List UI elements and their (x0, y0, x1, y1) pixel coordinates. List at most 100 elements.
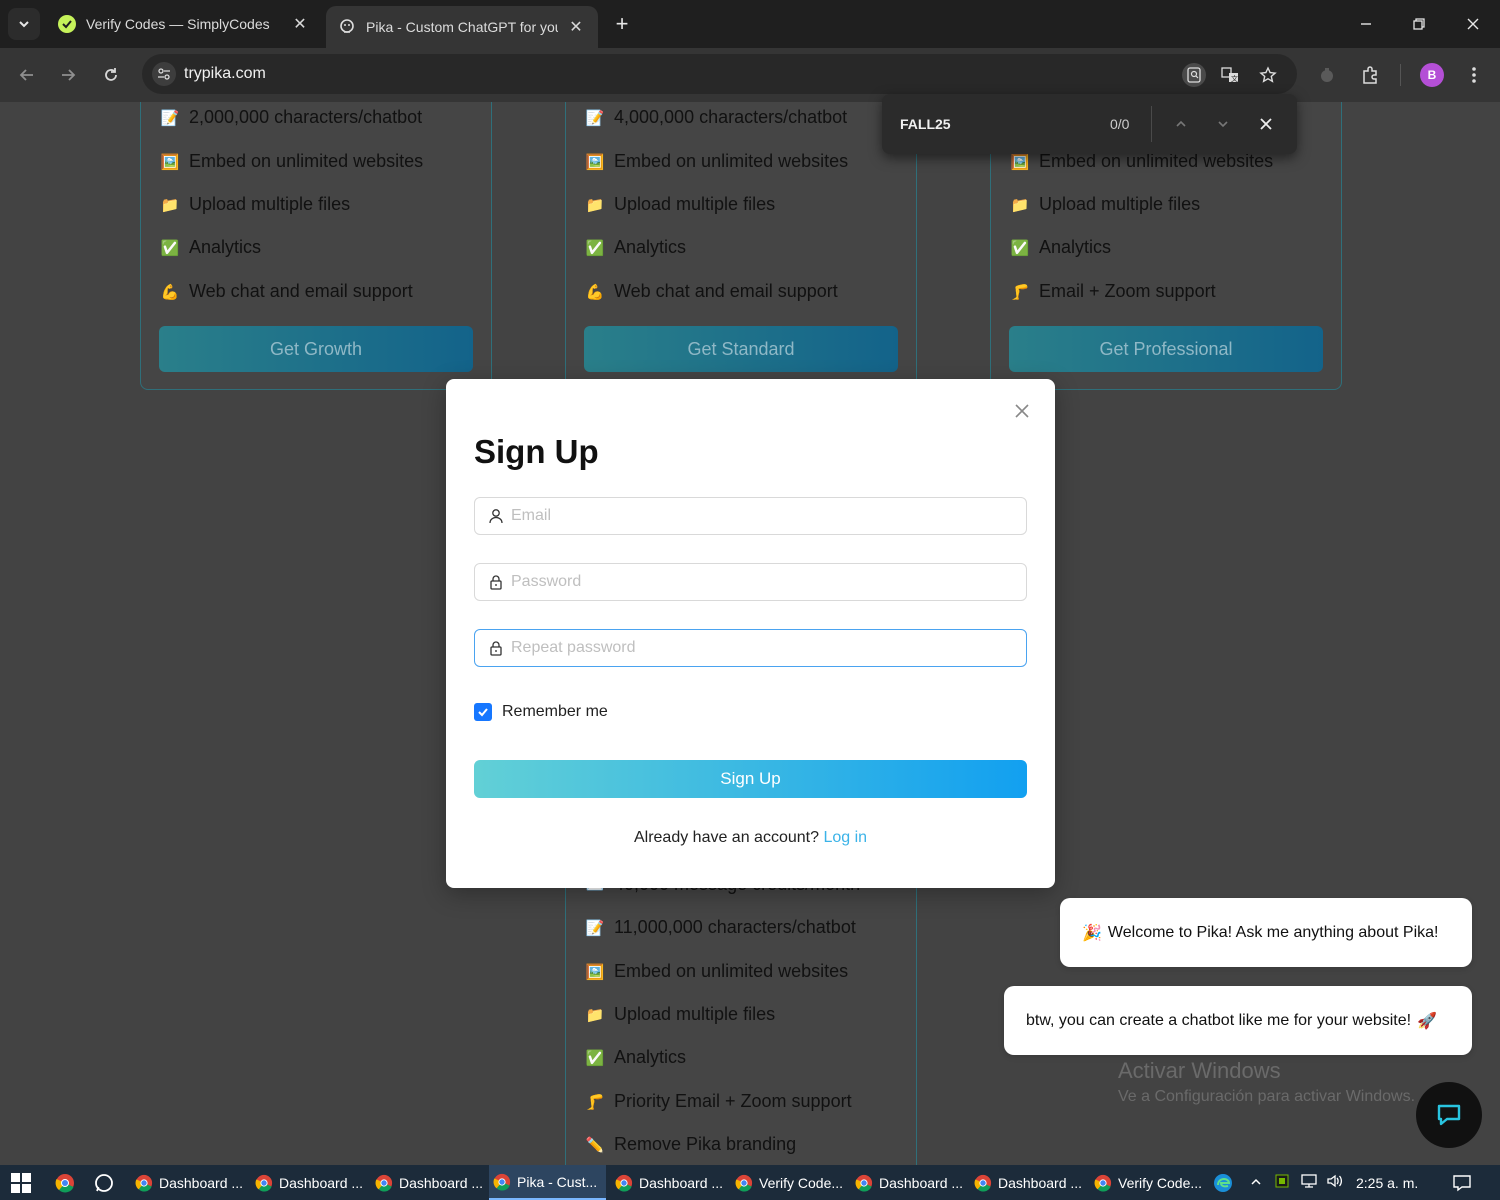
chrome-icon (735, 1174, 753, 1192)
repeat-password-field[interactable] (474, 629, 1027, 667)
translate-icon[interactable]: 文 (1218, 63, 1242, 87)
feature-item: 📁 Upload multiple files (584, 194, 775, 215)
find-next-icon[interactable] (1211, 112, 1235, 136)
pricing-card-growth: 📝 2,000,000 characters/chatbot 🖼️ Embed on… (140, 102, 492, 390)
edge-app-icon[interactable] (1210, 1170, 1236, 1196)
signup-modal: Sign Up Remember me Sign Up Already have… (446, 379, 1055, 888)
forward-arrow-icon[interactable] (53, 60, 83, 90)
more-menu-icon[interactable] (1460, 61, 1488, 89)
svg-text:文: 文 (1231, 74, 1238, 83)
repeat-password-input[interactable] (511, 639, 1026, 657)
taskbar-item-label: Dashboard ... (879, 1174, 964, 1191)
taskbar-item[interactable]: Dashboard ... (371, 1165, 489, 1200)
framed-picture-icon: 🖼️ (1010, 153, 1030, 171)
taskbar-item[interactable]: Verify Code... (1090, 1165, 1206, 1200)
find-match-count: 0/0 (1110, 116, 1130, 132)
feature-text: Remove Pika branding (614, 1134, 797, 1154)
feature-item: 📁 Upload multiple files (159, 194, 350, 215)
remember-me-checkbox[interactable] (474, 703, 492, 721)
site-settings-icon[interactable] (152, 62, 176, 86)
windows-start-icon[interactable] (10, 1172, 32, 1194)
feature-item: 📝 11,000,000 characters/chatbot (584, 917, 856, 938)
find-close-icon[interactable] (1254, 112, 1278, 136)
network-icon[interactable] (1300, 1173, 1318, 1192)
feature-text: Embed on unlimited websites (189, 151, 424, 171)
memo-icon: 📝 (585, 109, 605, 127)
chat-welcome-bubble[interactable]: 🎉 Welcome to Pika! Ask me anything about… (1060, 898, 1472, 967)
password-input[interactable] (511, 573, 1026, 591)
chevron-down-icon (19, 21, 29, 28)
find-query-input[interactable]: FALL25 (900, 116, 951, 132)
folder-icon: 📁 (585, 1006, 605, 1024)
taskbar-item[interactable]: Dashboard ... (611, 1165, 729, 1200)
tab-close-icon[interactable]: ✕ (290, 14, 310, 34)
feature-text: Analytics (614, 237, 687, 257)
profile-avatar[interactable]: B (1418, 61, 1446, 89)
chrome-icon (135, 1174, 153, 1192)
volume-icon[interactable] (1326, 1173, 1344, 1192)
password-field[interactable] (474, 563, 1027, 601)
chat-launcher-button[interactable] (1416, 1082, 1482, 1148)
tab-title: Verify Codes — SimplyCodes (86, 16, 270, 32)
email-input[interactable] (511, 507, 1026, 525)
feature-text: Upload multiple files (614, 194, 776, 214)
taskbar-item-active[interactable]: Pika - Cust... (489, 1165, 606, 1200)
feature-item: ✅ Analytics (159, 237, 261, 258)
whatsapp-app-icon[interactable] (91, 1170, 117, 1196)
extension-puzzle-dim-icon[interactable] (1313, 61, 1341, 89)
back-arrow-icon[interactable] (12, 60, 42, 90)
new-tab-plus-icon[interactable]: + (608, 10, 636, 38)
simplycodes-favicon-icon (58, 15, 76, 33)
system-tray: 2:25 a. m. (1250, 1165, 1418, 1200)
nvidia-icon[interactable] (1274, 1173, 1290, 1192)
feature-item: 🖼️ Embed on unlimited websites (584, 151, 848, 172)
find-previous-icon[interactable] (1169, 112, 1193, 136)
tab-search-button[interactable] (8, 8, 40, 40)
taskbar-item[interactable]: Dashboard ... (251, 1165, 369, 1200)
toolbar-divider (1400, 64, 1401, 86)
reload-icon[interactable] (96, 60, 126, 90)
tab-title: Pika - Custom ChatGPT for your (366, 19, 558, 35)
folder-icon: 📁 (160, 196, 180, 214)
email-field[interactable] (474, 497, 1027, 535)
taskbar-item[interactable]: Dashboard ... (131, 1165, 249, 1200)
folder-icon: 📁 (1010, 196, 1030, 214)
restore-icon[interactable] (1405, 10, 1433, 38)
bookmark-star-icon[interactable] (1256, 63, 1280, 87)
tab-close-icon[interactable]: ✕ (566, 17, 586, 37)
get-growth-button[interactable]: Get Growth (159, 326, 473, 372)
modal-close-icon[interactable] (1010, 399, 1034, 423)
taskbar-item[interactable]: Dashboard ... (851, 1165, 969, 1200)
notification-center-icon[interactable] (1452, 1165, 1472, 1200)
taskbar-item-label: Pika - Cust... (517, 1173, 598, 1190)
find-in-page-bar: FALL25 0/0 (882, 94, 1297, 154)
tab-simplycodes[interactable]: Verify Codes — SimplyCodes ✕ (46, 6, 322, 42)
taskbar-item[interactable]: Dashboard ... (970, 1165, 1088, 1200)
feature-item: 💪 Web chat and email support (159, 281, 413, 302)
chrome-app-icon[interactable] (52, 1170, 78, 1196)
login-link[interactable]: Log in (823, 829, 867, 846)
find-in-page-icon[interactable] (1182, 63, 1206, 87)
remember-me-row[interactable]: Remember me (474, 703, 608, 721)
get-professional-button[interactable]: Get Professional (1009, 326, 1323, 372)
chat-promo-bubble[interactable]: btw, you can create a chatbot like me fo… (1004, 986, 1472, 1055)
window-close-icon[interactable] (1459, 10, 1487, 38)
feature-text: 11,000,000 characters/chatbot (614, 917, 856, 937)
sign-up-button[interactable]: Sign Up (474, 760, 1027, 798)
tab-pika[interactable]: Pika - Custom ChatGPT for your ✕ (326, 6, 598, 48)
address-bar[interactable]: trypika.com 文 (142, 54, 1297, 94)
feature-item: 📁 Upload multiple files (584, 1004, 775, 1025)
feature-text: 4,000,000 characters/chatbot (614, 107, 848, 127)
feature-text: Web chat and email support (189, 281, 413, 301)
chevron-up-icon[interactable] (1250, 1175, 1262, 1191)
url-text: trypika.com (184, 65, 266, 82)
taskbar-item[interactable]: Verify Code... (731, 1165, 849, 1200)
get-standard-button[interactable]: Get Standard (584, 326, 898, 372)
clock[interactable]: 2:25 a. m. (1356, 1175, 1418, 1191)
feature-item: 🦵 Priority Email + Zoom support (584, 1091, 852, 1112)
browser-tab-bar: Verify Codes — SimplyCodes ✕ Pika - Cust… (0, 0, 1500, 48)
extensions-icon[interactable] (1356, 61, 1384, 89)
minimize-icon[interactable] (1352, 10, 1380, 38)
taskbar-item-label: Dashboard ... (399, 1174, 484, 1191)
feature-text: Analytics (614, 1047, 687, 1067)
